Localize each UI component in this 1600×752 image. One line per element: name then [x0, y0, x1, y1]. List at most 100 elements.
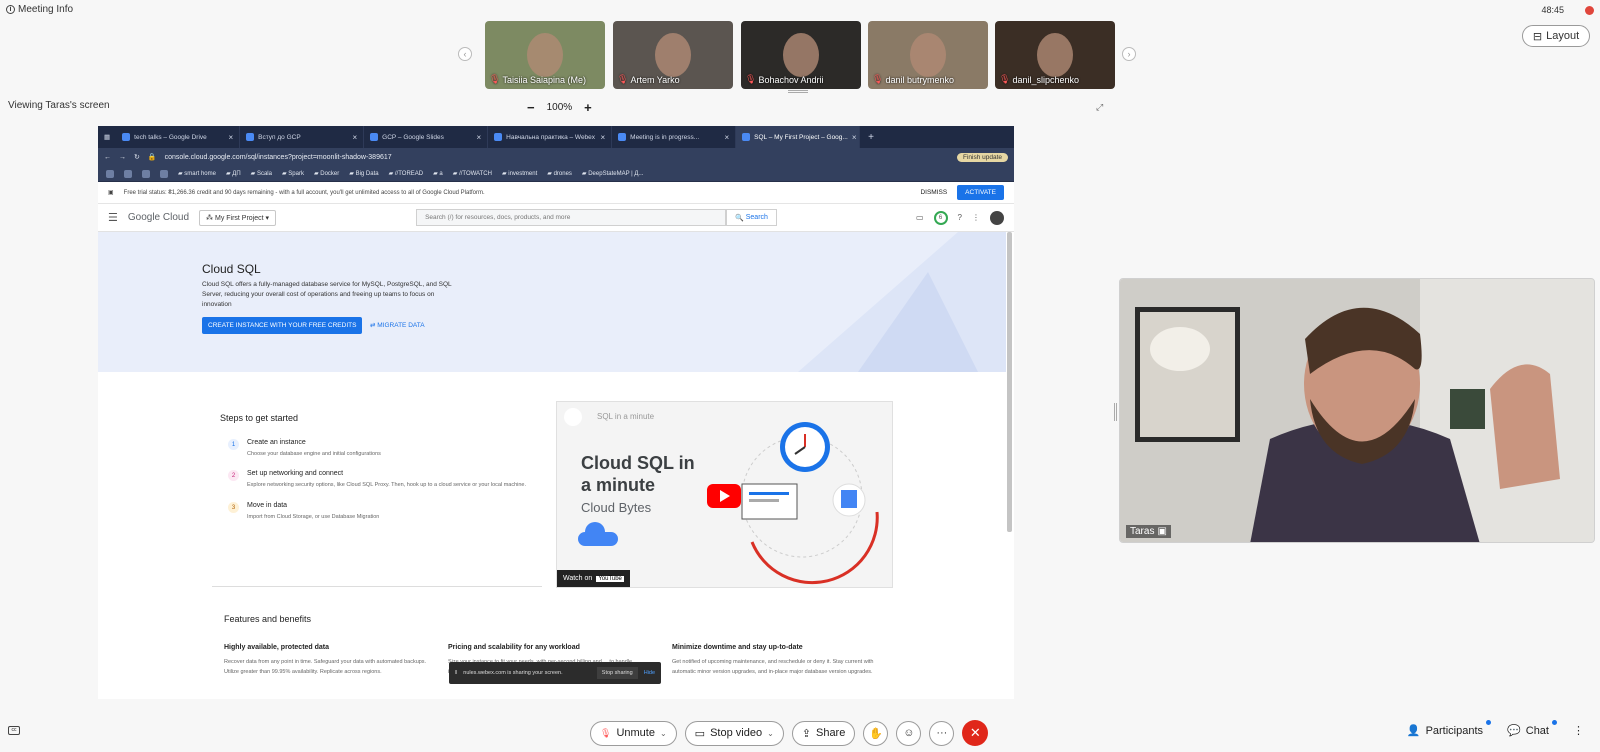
bookmark-item[interactable]: ▰ a: [433, 170, 443, 177]
migrate-data-link[interactable]: ⇄ MIGRATE DATA: [370, 321, 425, 329]
back-icon[interactable]: ←: [104, 154, 111, 161]
bookmark-app-icon[interactable]: [124, 169, 132, 178]
url-field[interactable]: console.cloud.google.com/sql/instances?p…: [165, 154, 392, 161]
bookmark-item[interactable]: ▰ Scala: [251, 170, 272, 177]
hide-toast-button[interactable]: Hide: [644, 670, 655, 676]
bookmark-item[interactable]: ▰ DeepStateMAP | Д...: [582, 170, 644, 177]
create-instance-button[interactable]: CREATE INSTANCE WITH YOUR FREE CREDITS: [202, 317, 363, 334]
play-icon[interactable]: [707, 484, 741, 508]
project-selector[interactable]: ⁂ My First Project ▾: [199, 209, 277, 226]
youtube-video-embed[interactable]: SQL in a minute Cloud SQL in a minute Cl…: [556, 401, 893, 588]
new-tab-icon[interactable]: +: [868, 132, 874, 143]
stop-video-button[interactable]: ▭ Stop video ⌄: [684, 720, 784, 746]
bookmark-item[interactable]: ▰ //TOREAD: [389, 170, 424, 177]
browser-tab[interactable]: GCP – Google Slides ×: [364, 126, 489, 148]
activate-button[interactable]: ACTIVATE: [957, 185, 1004, 200]
participant-thumbnail[interactable]: 🎙 danil_slipchenko: [995, 21, 1115, 89]
feature-title: Pricing and scalability for any workload: [448, 644, 580, 651]
watch-on-youtube-button[interactable]: Watch on YouTube: [557, 570, 630, 587]
close-tab-icon[interactable]: ×: [600, 133, 605, 142]
strip-resize-handle[interactable]: [788, 90, 808, 93]
unmute-button[interactable]: 🎙 Unmute ⌄: [590, 720, 677, 746]
chevron-down-icon[interactable]: ⌄: [660, 729, 667, 738]
close-tab-icon[interactable]: ×: [352, 133, 357, 142]
zoom-out-button[interactable]: −: [527, 100, 535, 115]
bookmark-label: investment: [508, 171, 538, 177]
cloud-shell-icon[interactable]: ▭: [916, 213, 924, 222]
bookmark-item[interactable]: ▰ Big Data: [349, 170, 378, 177]
reload-icon[interactable]: ↻: [134, 153, 140, 161]
raise-hand-icon[interactable]: ✋: [863, 720, 889, 746]
console-search-input[interactable]: Search (/) for resources, docs, products…: [416, 209, 727, 226]
browser-tab[interactable]: Вступ до GCP ×: [240, 126, 365, 148]
close-tab-icon[interactable]: ×: [724, 133, 729, 142]
favicon-icon: [370, 133, 379, 141]
favicon-icon: [742, 133, 751, 141]
finish-update-button[interactable]: Finish update: [956, 152, 1008, 162]
bookmark-label: ДП: [232, 171, 241, 177]
bookmark-item[interactable]: ▰ ДП: [226, 170, 241, 177]
bookmark-item[interactable]: ▰ smart home: [178, 170, 216, 177]
thumbnail-prev-arrow-icon[interactable]: ‹: [458, 47, 472, 61]
search-button[interactable]: 🔍 Search: [726, 209, 777, 226]
leave-meeting-button[interactable]: ✕: [962, 720, 989, 746]
panel-resize-handle[interactable]: [1114, 403, 1117, 421]
participant-thumbnail[interactable]: 🎙 Taisiia Saiapina (Me): [485, 21, 605, 89]
participant-thumbnail[interactable]: 🎙 Artem Yarko: [613, 21, 733, 89]
browser-tab[interactable]: Навчальна практика – Webex ×: [488, 126, 613, 148]
account-avatar[interactable]: [990, 210, 1004, 225]
chat-icon: 💬: [1507, 725, 1521, 737]
bookmark-item[interactable]: ▰ Spark: [282, 170, 304, 177]
bookmark-item[interactable]: ▰ //TOWATCH: [453, 170, 492, 177]
more-vert-icon[interactable]: ⋮: [972, 213, 980, 222]
dismiss-button[interactable]: DISMISS: [920, 189, 947, 196]
bookmark-label: Big Data: [355, 171, 379, 177]
reactions-icon[interactable]: ☺: [896, 720, 922, 746]
video-title: Cloud SQL in a minute: [581, 452, 695, 496]
layout-icon: ⊟: [1532, 30, 1543, 43]
folder-icon: ▰: [225, 171, 231, 177]
more-options-icon[interactable]: ···: [929, 720, 955, 746]
participant-thumbnail[interactable]: 🎙 danil butrymenko: [868, 21, 988, 89]
more-panels-icon[interactable]: ⋮: [1573, 724, 1584, 737]
captions-icon[interactable]: cc: [8, 726, 20, 735]
bookmark-item[interactable]: ▰ Docker: [314, 170, 339, 177]
search-button-label: Search: [745, 214, 768, 221]
close-tab-icon[interactable]: ×: [476, 133, 481, 142]
chevron-down-icon[interactable]: ⌄: [767, 729, 774, 738]
menu-icon[interactable]: ☰: [108, 211, 118, 224]
help-icon[interactable]: ?: [958, 213, 962, 222]
bookmark-app-icon[interactable]: [142, 169, 150, 178]
bookmark-label: Spark: [288, 171, 304, 177]
page-scrollbar[interactable]: [1007, 232, 1012, 532]
bookmark-app-icon[interactable]: [160, 169, 168, 178]
share-button[interactable]: ⇪ Share: [791, 720, 856, 746]
muted-mic-icon: 🎙: [745, 74, 757, 84]
notifications-icon[interactable]: 6: [933, 210, 948, 225]
close-tab-icon[interactable]: ×: [852, 133, 857, 142]
presenter-video[interactable]: Taras ▣: [1119, 278, 1595, 543]
layout-button[interactable]: ⊟ Layout: [1522, 25, 1590, 47]
meeting-info-button[interactable]: i Meeting Info: [6, 4, 73, 15]
browser-tab[interactable]: tech talks – Google Drive ×: [116, 126, 241, 148]
stop-sharing-button[interactable]: Stop sharing: [596, 667, 638, 679]
thumbnail-next-arrow-icon[interactable]: ›: [1122, 47, 1136, 61]
participant-name: Bohachov Andrii: [758, 74, 824, 85]
forward-icon[interactable]: →: [119, 154, 126, 161]
participant-name-tag: 🎙 Artem Yarko: [617, 74, 680, 85]
browser-tab[interactable]: Meeting is in progress... ×: [612, 126, 737, 148]
bookmark-item[interactable]: ▰ investment: [502, 170, 537, 177]
bookmark-item[interactable]: ▰ drones: [547, 170, 572, 177]
participant-thumbnail[interactable]: 🎙 Bohachov Andrii: [741, 21, 861, 89]
browser-tab[interactable]: SQL – My First Project – Goog... ×: [736, 126, 861, 148]
close-tab-icon[interactable]: ×: [228, 133, 233, 142]
zoom-in-button[interactable]: +: [584, 100, 592, 115]
tab-search-icon[interactable]: ▦: [104, 133, 110, 141]
bookmark-app-icon[interactable]: [106, 169, 114, 178]
chat-button[interactable]: 💬 Chat: [1507, 720, 1557, 737]
participants-button[interactable]: 👤 Participants: [1407, 720, 1492, 737]
google-cloud-logo[interactable]: Google Cloud: [128, 212, 189, 223]
expand-icon[interactable]: ⤢: [1096, 102, 1103, 113]
console-header: ☰ Google Cloud ⁂ My First Project ▾ Sear…: [98, 204, 1014, 232]
video-top-title: SQL in a minute: [597, 412, 655, 421]
